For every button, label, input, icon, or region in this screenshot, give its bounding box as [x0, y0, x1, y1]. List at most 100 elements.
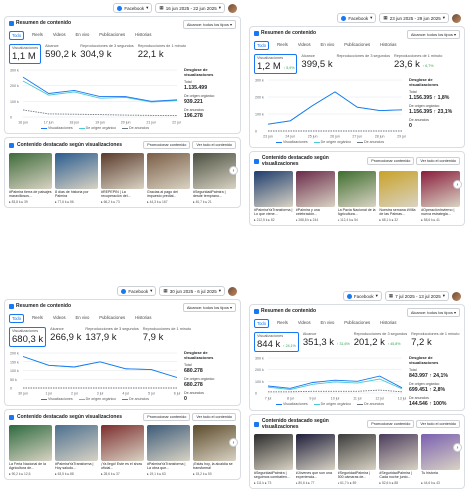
post-card[interactable]: ¡Estás hoy, la alcaldía se transforma! ▸… — [193, 425, 236, 476]
next-arrow-icon[interactable]: › — [453, 180, 462, 189]
tab-publicaciones[interactable]: Publicaciones — [97, 314, 127, 323]
y-tick-label: 200 k — [10, 84, 19, 88]
metrics-row: Visualizaciones 844 k ↑ 24,1% Alcance 35… — [254, 332, 460, 352]
post-card[interactable]: #Palmira y una celebración... ▸ 268,8 k … — [295, 171, 335, 222]
post-card[interactable]: #PalmiraYaTransforma | La obra que... ▸ … — [147, 425, 190, 476]
metric-reach[interactable]: Alcance 266,9 k — [50, 327, 81, 347]
post-card[interactable]: #Palmira tierra de paisajes maravillosos… — [9, 153, 52, 204]
tab-todo[interactable]: Todo — [9, 31, 25, 40]
avatar[interactable] — [228, 3, 237, 13]
post-caption: #Palmira tierra de paisajes maravillosos… — [9, 190, 52, 199]
filter-dropdown[interactable]: Alcance: todos los tipos ▾ — [406, 30, 460, 39]
view-all-content-button[interactable]: Ver todo el contenido — [192, 141, 236, 149]
series-line-ads — [268, 389, 403, 393]
metric-one-min[interactable]: Reproducciones de 1 minuto 23,6 k ↑ 6,7% — [394, 54, 442, 74]
platform-selector[interactable]: Facebook ▾ — [342, 291, 382, 301]
tab-todo[interactable]: Todo — [254, 319, 270, 328]
post-card[interactable]: #PalmiraYaTransforma | Hoy saludo... ▸ 6… — [55, 425, 98, 476]
metric-reach[interactable]: Alcance 399,5 k — [301, 54, 332, 74]
post-stats: ▸ 80,6 k ▸ 77 — [295, 481, 315, 485]
post-card[interactable]: #SeguridadPalmira | Cada noche junto... … — [379, 434, 419, 485]
avatar[interactable] — [228, 286, 237, 296]
tab-historias[interactable]: Historias — [133, 314, 153, 323]
tab-en-vivo[interactable]: En vivo — [74, 31, 92, 40]
post-caption: #SeguridadPalmira | 500 cámaras de... — [337, 471, 371, 480]
date-range-picker[interactable]: ▦ 30 jun 2025 - 6 jul 2025 ▾ — [159, 286, 225, 296]
tab-reels[interactable]: Reels — [30, 31, 45, 40]
tab-publicaciones[interactable]: Publicaciones — [342, 41, 372, 50]
metric-views[interactable]: Visualizaciones 844 k ↑ 24,1% — [254, 332, 299, 352]
tab-publicaciones[interactable]: Publicaciones — [342, 319, 372, 328]
platform-selector[interactable]: Facebook ▾ — [117, 286, 157, 296]
post-caption: #SeguridadPalmira | seguimos combatien..… — [254, 471, 290, 480]
tab-reels[interactable]: Reels — [275, 41, 290, 50]
date-range-picker[interactable]: ▦ 7 jul 2025 - 13 jul 2025 ▾ — [384, 291, 449, 301]
post-card[interactable]: La Feria Nacional de la Agricultura de..… — [9, 425, 52, 476]
tab-historias[interactable]: Historias — [133, 31, 153, 40]
tab-en-vivo[interactable]: En vivo — [319, 41, 337, 50]
tab-videos[interactable]: Videos — [296, 41, 313, 50]
filter-label: Alcance: todos los tipos — [186, 22, 229, 27]
post-card[interactable]: #OperaciónInvierno | nueva estrategia...… — [421, 171, 460, 222]
post-card[interactable]: Gracias al pago del impuesto predial... … — [147, 153, 190, 204]
post-card[interactable]: Tu historia ▸ 44,6 k ▸ 43 — [421, 434, 460, 485]
metric-views[interactable]: Visualizaciones 1,1 M — [9, 44, 42, 64]
post-caption: #PalmiraYaTransforma | Hoy saludo... — [55, 462, 94, 471]
post-card[interactable]: #SeguridadPalmira | 500 cámaras de... ▸ … — [337, 434, 377, 485]
promote-content-button[interactable]: Promocionar contenido — [367, 157, 415, 165]
post-card[interactable]: La Pavía Nacional de la Agricultura... ▸… — [337, 171, 377, 222]
metric-views[interactable]: Visualizaciones 680,3 k — [9, 327, 47, 347]
post-card[interactable]: #Jóvenes que son una experiencia... ▸ 80… — [295, 434, 335, 485]
metric-views[interactable]: Visualizaciones 1,2 M ↑ 5,9% — [254, 54, 298, 74]
post-card[interactable]: ¡Ya llegó! Este es el show oficial... ▸ … — [101, 425, 144, 476]
promote-content-button[interactable]: Promocionar contenido — [143, 413, 191, 421]
tab-todo[interactable]: Todo — [9, 314, 25, 323]
avatar[interactable] — [452, 291, 461, 301]
metric-three-sec[interactable]: Reproducciones de 3 segundos 137,9 k — [85, 327, 138, 347]
tab-videos[interactable]: Videos — [296, 319, 313, 328]
promote-content-button[interactable]: Promocionar contenido — [143, 141, 191, 149]
post-card[interactable]: #SeguridadPalmira | desde temprano... ▸ … — [193, 153, 236, 204]
filter-dropdown[interactable]: Alcance: todos los tipos ▾ — [182, 20, 236, 29]
promote-content-button[interactable]: Promocionar contenido — [367, 420, 415, 428]
tab-todo[interactable]: Todo — [254, 41, 270, 50]
next-arrow-icon[interactable]: › — [229, 166, 238, 175]
post-card[interactable]: #PalmiraYaTransforma | Lo que viene... ▸… — [254, 171, 293, 222]
metric-three-sec[interactable]: Reproducciones de 3 segundos 304,9 k — [80, 44, 133, 64]
post-card[interactable]: Nuestra semana #Villa de las Palmas... ▸… — [379, 171, 419, 222]
post-card[interactable]: #SeguridadPalmira | seguimos combatien..… — [254, 434, 293, 485]
metric-reach[interactable]: Alcance 351,3 k ↑ 31,6% — [303, 332, 350, 352]
tab-historias[interactable]: Historias — [378, 41, 398, 50]
metric-one-min[interactable]: Reproducciones de 1 minuto 7,9 k — [143, 327, 191, 347]
metric-one-min[interactable]: Reproducciones de 1 minuto 22,1 k — [138, 44, 186, 64]
tab-historias[interactable]: Historias — [378, 319, 398, 328]
next-arrow-icon[interactable]: › — [229, 438, 238, 447]
tab-en-vivo[interactable]: En vivo — [319, 319, 337, 328]
metric-three-sec[interactable]: Reproducciones de 3 segundos 201,2 k ↑ 4… — [354, 332, 407, 352]
metric-label: Reproducciones de 3 segundos — [353, 332, 408, 336]
tab-en-vivo[interactable]: En vivo — [74, 314, 92, 323]
post-card[interactable]: 8 días de historia por Palmira ▸ 77,6 k … — [55, 153, 98, 204]
tab-videos[interactable]: Videos — [51, 314, 68, 323]
view-all-content-button[interactable]: Ver todo el contenido — [416, 157, 460, 165]
tab-publicaciones[interactable]: Publicaciones — [97, 31, 127, 40]
tab-videos[interactable]: Videos — [51, 31, 68, 40]
filter-dropdown[interactable]: Alcance: todos los tipos ▾ — [406, 308, 460, 317]
view-all-content-button[interactable]: Ver todo el contenido — [416, 420, 460, 428]
next-arrow-icon[interactable]: › — [453, 443, 462, 452]
date-range-picker[interactable]: ▦ 16 jun 2025 - 22 jun 2025 ▾ — [155, 3, 225, 13]
date-range-picker[interactable]: ▦ 23 jun 2025 - 29 jun 2025 ▾ — [379, 13, 449, 23]
metric-one-min[interactable]: Reproducciones de 1 minuto 7,2 k — [411, 332, 459, 352]
tab-reels[interactable]: Reels — [275, 319, 290, 328]
metric-reach[interactable]: Alcance 590,2 k — [45, 44, 76, 64]
facebook-icon — [121, 288, 127, 294]
avatar[interactable] — [452, 13, 461, 23]
post-card[interactable]: #REPEPIN | La recuperación del... ▸ 66,2… — [101, 153, 144, 204]
organic-label: De origen orgánico — [184, 377, 215, 381]
metric-three-sec[interactable]: Reproducciones de 3 segundos — [337, 54, 390, 74]
filter-dropdown[interactable]: Alcance: todos los tipos ▾ — [182, 303, 236, 312]
platform-selector[interactable]: Facebook ▾ — [113, 3, 153, 13]
platform-selector[interactable]: Facebook ▾ — [337, 13, 377, 23]
tab-reels[interactable]: Reels — [30, 314, 45, 323]
view-all-content-button[interactable]: Ver todo el contenido — [192, 413, 236, 421]
